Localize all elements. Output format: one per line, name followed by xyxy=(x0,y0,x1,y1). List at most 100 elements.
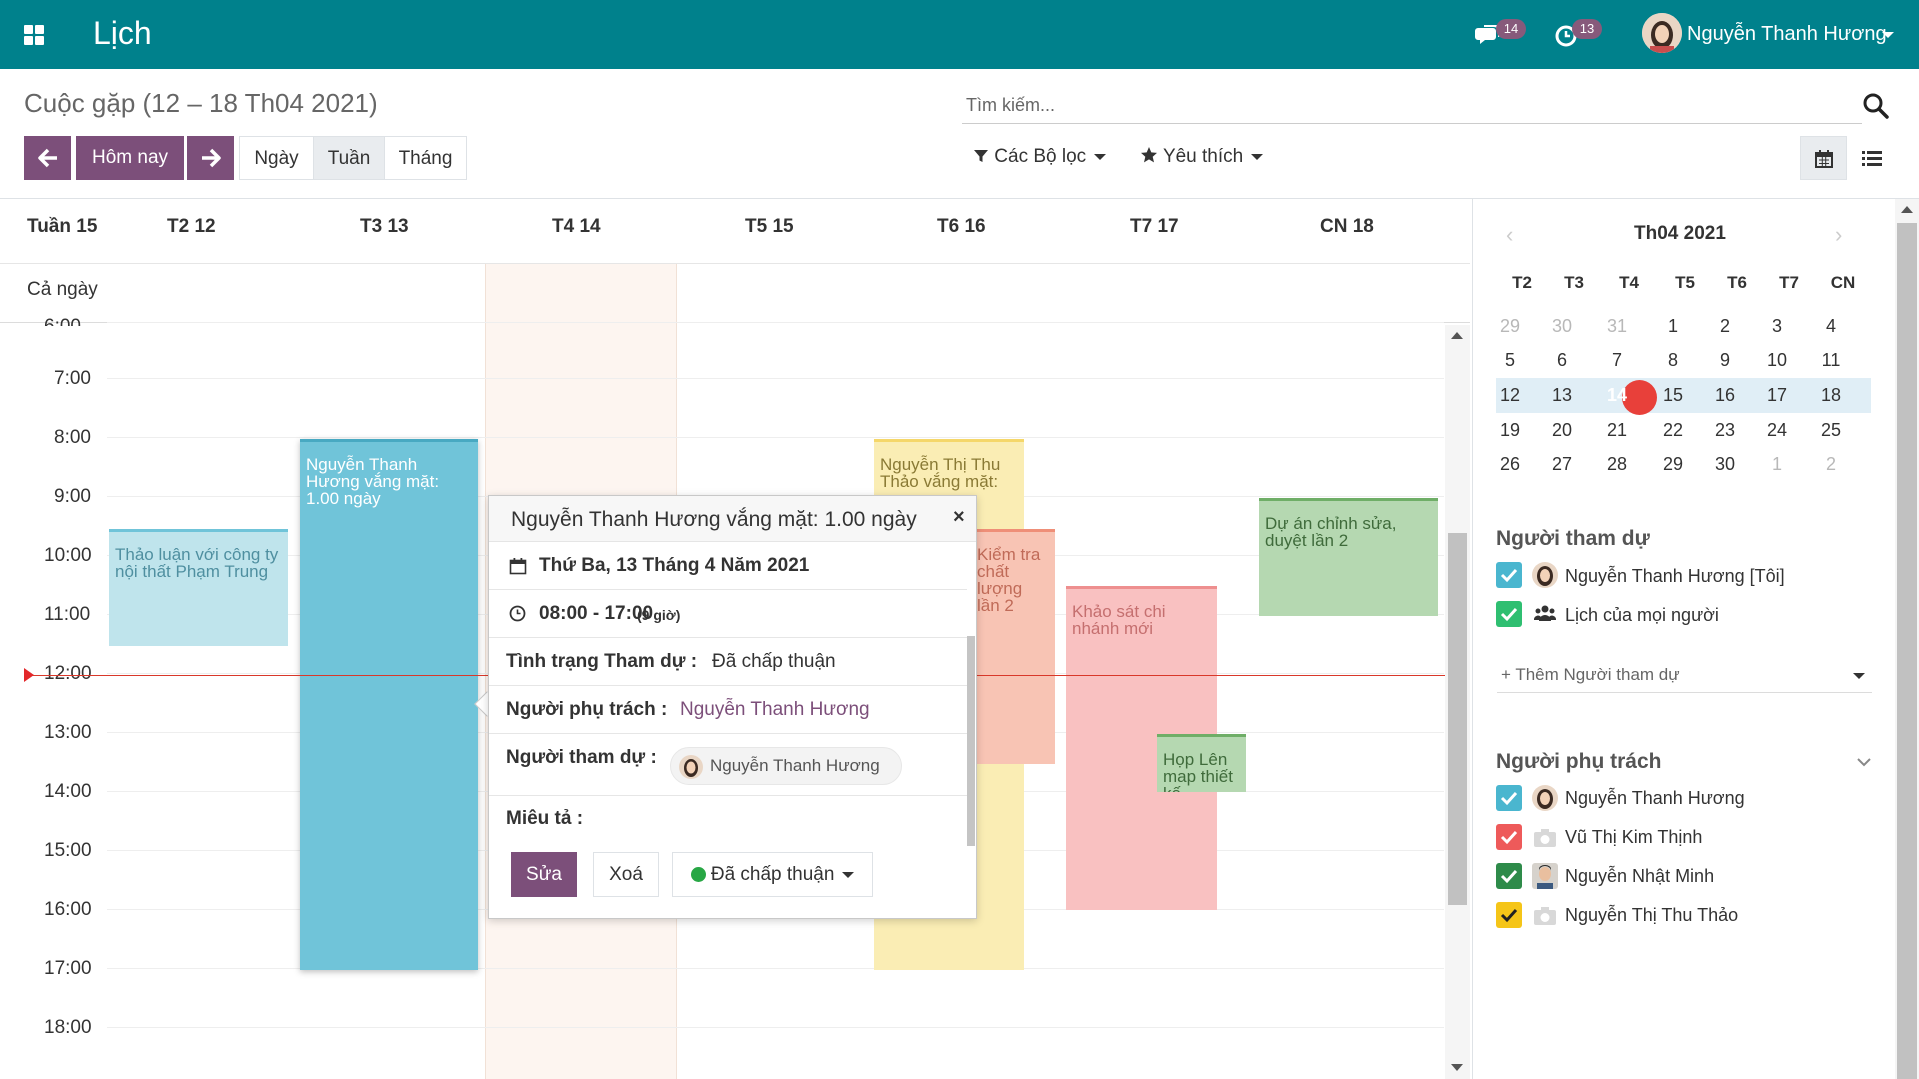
attendee-filter-label[interactable]: Lịch của mọi người xyxy=(1565,605,1719,626)
mini-calendar-day[interactable]: 28 xyxy=(1597,454,1637,475)
mini-calendar-day[interactable]: 27 xyxy=(1542,454,1582,475)
favorites-dropdown[interactable]: Yêu thích xyxy=(1140,146,1264,168)
apps-menu-icon[interactable] xyxy=(24,25,44,45)
mini-calendar-day[interactable]: 8 xyxy=(1653,350,1693,371)
chevron-down-icon[interactable] xyxy=(1856,756,1872,768)
mini-calendar-day[interactable]: 5 xyxy=(1490,350,1530,371)
all-day-row[interactable] xyxy=(0,263,1470,323)
attendee-chip[interactable]: Nguyễn Thanh Hương xyxy=(670,747,902,785)
scale-month-button[interactable]: Tháng xyxy=(384,136,467,180)
mini-calendar-day[interactable]: 2 xyxy=(1705,316,1745,337)
attendee-filter-label[interactable]: Nguyễn Thanh Hương [Tôi] xyxy=(1565,566,1785,587)
responsible-filter-label[interactable]: Nguyễn Thị Thu Thảo xyxy=(1565,905,1738,926)
filters-dropdown[interactable]: Các Bộ lọc xyxy=(973,146,1107,168)
user-avatar[interactable] xyxy=(1642,13,1682,53)
mini-calendar-day[interactable]: 24 xyxy=(1757,420,1797,441)
responsible-filter-label[interactable]: Nguyễn Thanh Hương xyxy=(1565,788,1745,809)
calendar-event[interactable]: Thảo luận với công ty nội thất Phạm Trun… xyxy=(109,529,288,646)
responsible-filter-label[interactable]: Nguyễn Nhật Minh xyxy=(1565,866,1714,887)
search-icon[interactable] xyxy=(1862,92,1890,120)
mini-calendar-day[interactable]: 9 xyxy=(1705,350,1745,371)
today-button[interactable]: Hôm nay xyxy=(76,136,184,180)
sidebar-scroll-up-icon[interactable] xyxy=(1901,206,1913,213)
previous-button[interactable] xyxy=(24,136,71,180)
mini-calendar-day[interactable]: 29 xyxy=(1653,454,1693,475)
day-header-tue[interactable]: T3 13 xyxy=(360,216,409,238)
calendar-scrollbar-thumb[interactable] xyxy=(1448,533,1467,905)
attendance-status-dropdown[interactable]: Đã chấp thuận xyxy=(672,852,873,897)
add-attendee-select[interactable]: + Thêm Người tham dự xyxy=(1497,659,1872,693)
close-icon[interactable]: × xyxy=(953,506,965,529)
mini-calendar-day[interactable]: 1 xyxy=(1653,316,1693,337)
mini-calendar-day[interactable]: 2 xyxy=(1811,454,1851,475)
scroll-down-icon[interactable] xyxy=(1451,1064,1463,1071)
mini-calendar-day[interactable]: 13 xyxy=(1542,385,1582,406)
user-menu-name[interactable]: Nguyễn Thanh Hương xyxy=(1687,23,1887,46)
mini-calendar-day[interactable]: 1 xyxy=(1757,454,1797,475)
mini-calendar-day[interactable]: 3 xyxy=(1757,316,1797,337)
scale-week-button[interactable]: Tuần xyxy=(313,136,385,180)
mini-calendar-next-icon[interactable]: › xyxy=(1835,222,1842,248)
event-title: Thảo luận với công ty nội thất Phạm Trun… xyxy=(115,545,279,581)
list-view-button[interactable] xyxy=(1850,136,1894,180)
delete-button[interactable]: Xoá xyxy=(593,852,659,897)
mini-calendar-day[interactable]: 10 xyxy=(1757,350,1797,371)
mini-calendar-day[interactable]: 31 xyxy=(1597,316,1637,337)
attendee-checkbox[interactable] xyxy=(1496,562,1522,588)
scale-day-button[interactable]: Ngày xyxy=(239,136,314,180)
popover-scrollbar[interactable] xyxy=(967,636,975,846)
mini-calendar-day[interactable]: 26 xyxy=(1490,454,1530,475)
responsible-filter-label[interactable]: Vũ Thị Kim Thịnh xyxy=(1565,827,1702,848)
responsible-checkbox[interactable] xyxy=(1496,863,1522,889)
calendar-event-selected[interactable]: Nguyễn Thanh Hương vắng mặt: 1.00 ngày xyxy=(300,439,478,970)
mini-calendar-day[interactable]: 15 xyxy=(1653,385,1693,406)
responsible-link[interactable]: Nguyễn Thanh Hương xyxy=(680,699,870,721)
arrow-left-icon xyxy=(37,148,57,168)
calendar-event[interactable]: Dự án chỉnh sửa, duyệt lần 2 xyxy=(1259,498,1438,616)
popover-date-row: Thứ Ba, 13 Tháng 4 Năm 2021 xyxy=(489,542,967,590)
mini-calendar-day[interactable]: 4 xyxy=(1811,316,1851,337)
mini-calendar-prev-icon[interactable]: ‹ xyxy=(1506,222,1513,248)
app-title[interactable]: Lịch xyxy=(93,15,152,52)
mini-calendar-day[interactable]: 18 xyxy=(1811,385,1851,406)
mini-dow: T6 xyxy=(1727,273,1747,292)
calendar-view-button[interactable] xyxy=(1800,136,1847,180)
user-menu-caret-icon[interactable] xyxy=(1882,32,1894,38)
mini-calendar-day[interactable]: 6 xyxy=(1542,350,1582,371)
day-header-sun[interactable]: CN 18 xyxy=(1320,216,1374,238)
status-value: Đã chấp thuận xyxy=(712,651,836,672)
search-input[interactable] xyxy=(962,88,1862,124)
mini-calendar-day[interactable]: 30 xyxy=(1705,454,1745,475)
mini-calendar-day[interactable]: 19 xyxy=(1490,420,1530,441)
day-header-wed[interactable]: T4 14 xyxy=(552,216,601,238)
mini-calendar-day[interactable]: 25 xyxy=(1811,420,1851,441)
mini-calendar-day[interactable]: 20 xyxy=(1542,420,1582,441)
responsible-section-title: Người phụ trách xyxy=(1496,750,1662,773)
calendar-event[interactable]: Họp Lên map thiết kế xyxy=(1157,734,1246,792)
responsible-checkbox[interactable] xyxy=(1496,785,1522,811)
mini-calendar-day[interactable]: 11 xyxy=(1811,350,1851,371)
mini-calendar-day[interactable]: 22 xyxy=(1653,420,1693,441)
mini-calendar-day[interactable]: 14 xyxy=(1597,385,1637,406)
day-header-sat[interactable]: T7 17 xyxy=(1130,216,1179,238)
mini-calendar-day[interactable]: 12 xyxy=(1490,385,1530,406)
hour-label: 8:00 xyxy=(54,427,91,448)
day-header-thu[interactable]: T5 15 xyxy=(745,216,794,238)
day-header-mon[interactable]: T2 12 xyxy=(167,216,216,238)
mini-calendar-day[interactable]: 21 xyxy=(1597,420,1637,441)
scroll-up-icon[interactable] xyxy=(1451,332,1463,339)
mini-calendar-day[interactable]: 23 xyxy=(1705,420,1745,441)
responsible-checkbox[interactable] xyxy=(1496,902,1522,928)
edit-button[interactable]: Sửa xyxy=(511,852,577,897)
day-header-fri[interactable]: T6 16 xyxy=(937,216,986,238)
mini-calendar-day[interactable]: 30 xyxy=(1542,316,1582,337)
mini-calendar-day[interactable]: 16 xyxy=(1705,385,1745,406)
attendee-checkbox[interactable] xyxy=(1496,601,1522,627)
mini-calendar-day[interactable]: 29 xyxy=(1490,316,1530,337)
sidebar-scrollbar-thumb[interactable] xyxy=(1897,223,1917,1079)
responsible-checkbox[interactable] xyxy=(1496,824,1522,850)
mini-calendar-day[interactable]: 17 xyxy=(1757,385,1797,406)
calendar-event[interactable]: Kiểm tra chất lượng lần 2 xyxy=(967,529,1055,764)
mini-calendar-day[interactable]: 7 xyxy=(1597,350,1637,371)
next-button[interactable] xyxy=(187,136,234,180)
